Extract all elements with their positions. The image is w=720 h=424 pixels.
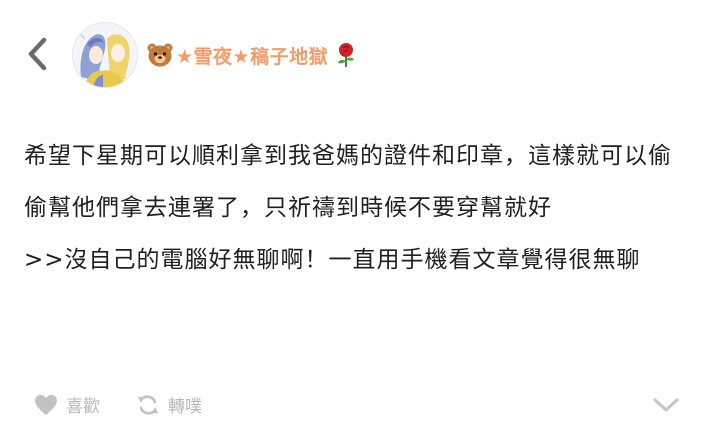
like-button[interactable]: 喜歡 (34, 392, 100, 417)
chevron-left-icon (28, 37, 47, 71)
back-button[interactable] (20, 34, 56, 74)
author-name-text: ★雪夜★稿子地獄 (176, 45, 329, 68)
repost-label: 轉噗 (168, 397, 202, 417)
post-header: ★雪夜★稿子地獄 (0, 0, 720, 100)
bear-face-icon (146, 41, 174, 69)
expand-button[interactable] (652, 394, 680, 416)
repost-button[interactable]: 轉噗 (136, 392, 202, 417)
avatar-illustration (73, 23, 137, 87)
heart-icon (35, 394, 57, 415)
author-name[interactable]: ★雪夜★稿子地獄 (146, 38, 360, 72)
post-paragraph: 希望下星期可以順利拿到我爸媽的證件和印章，這樣就可以偷偷幫他們拿去連署了，只祈禱… (24, 143, 672, 221)
repost-icon (138, 394, 158, 415)
like-label: 喜歡 (66, 397, 100, 417)
rose-icon (332, 41, 360, 69)
post-content: 希望下星期可以順利拿到我爸媽的證件和印章，這樣就可以偷偷幫他們拿去連署了，只祈禱… (24, 130, 684, 286)
action-bar: 喜歡 轉噗 (0, 386, 720, 424)
chevron-down-icon (653, 398, 679, 412)
avatar[interactable] (72, 22, 138, 88)
post-paragraph: >>沒自己的電腦好無聊啊！一直用手機看文章覺得很無聊 (24, 247, 641, 273)
